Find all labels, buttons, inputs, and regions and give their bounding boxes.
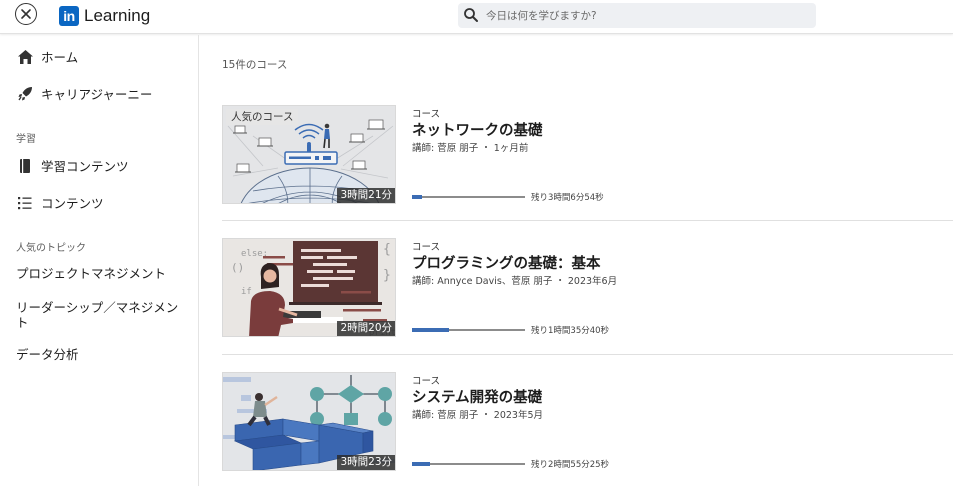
code-word-open-brace: { (383, 242, 391, 257)
time-remaining: 残り3時間6分54秒 (531, 193, 604, 203)
course-thumbnail-network[interactable]: 人気のコース 3時間21分 (222, 105, 396, 204)
topic-data-analysis[interactable]: データ分析 (16, 347, 186, 362)
duration-badge: 3時間23分 (337, 455, 395, 470)
book-icon (16, 157, 34, 175)
sidebar-item-label: キャリアジャーニー (41, 87, 153, 102)
course-meta: 講師: Annyce Davis、菅原 朋子 ・ 2023年6月 (412, 276, 618, 287)
search-icon (464, 8, 478, 22)
sidebar-item-label: 学習コンテンツ (41, 159, 129, 174)
rocket-icon (16, 85, 34, 103)
learning-section-label: 学習 (16, 134, 36, 145)
home-icon (16, 48, 34, 66)
topic-leadership-management[interactable]: リーダーシップ／マネジメント (16, 300, 186, 330)
course-title[interactable]: プログラミングの基礎：基本 (412, 252, 601, 273)
sidebar-item-learning-content[interactable]: 学習コンテンツ (16, 156, 129, 175)
course-card[interactable]: 人気のコース 3時間21分 コース ネットワークの基礎 講師: 菅原 朋子 ・ … (222, 105, 953, 205)
course-count: 15件のコース (222, 59, 288, 71)
divider (222, 220, 953, 221)
popular-badge: 人気のコース (226, 109, 299, 125)
content-type-label: コース (412, 242, 441, 253)
sidebar-item-home[interactable]: ホーム (16, 47, 78, 66)
topic-project-management[interactable]: プロジェクトマネジメント (16, 266, 186, 281)
topics-section-label: 人気のトピック (16, 243, 86, 254)
sidebar-item-career-journey[interactable]: キャリアジャーニー (16, 84, 152, 103)
top-bar: in Learning (0, 0, 953, 34)
course-thumbnail-system-development[interactable]: 3時間23分 (222, 372, 396, 471)
content-type-label: コース (412, 376, 441, 387)
code-word-else: else: (241, 249, 268, 259)
linkedin-logo[interactable]: in (59, 6, 79, 26)
content-type-label: コース (412, 109, 441, 120)
code-word-close-brace: } (383, 268, 391, 283)
course-title[interactable]: システム開発の基礎 (412, 386, 542, 407)
sidebar-item-contents[interactable]: コンテンツ (16, 193, 104, 212)
duration-badge: 2時間20分 (337, 321, 395, 336)
code-word-if: if (241, 287, 252, 297)
sidebar: ホーム キャリアジャーニー 学習 学習コンテンツ コンテンツ 人気のトピック プ… (0, 35, 199, 486)
divider (222, 354, 953, 355)
time-remaining: 残り2時間55分25秒 (531, 460, 610, 470)
duration-badge: 3時間21分 (337, 188, 395, 203)
learning-logo-text[interactable]: Learning (84, 6, 150, 26)
progress-bar (412, 328, 525, 332)
progress-fill (412, 195, 423, 199)
course-title[interactable]: ネットワークの基礎 (412, 119, 543, 140)
course-card[interactable]: else: () if { } print 2時間20分 コース プログラミング… (222, 238, 953, 338)
progress-fill (412, 462, 431, 466)
course-meta: 講師: 菅原 朋子 ・ 1ヶ月前 (412, 143, 529, 154)
close-icon (21, 9, 31, 19)
search-bar[interactable] (458, 3, 816, 28)
course-card[interactable]: 3時間23分 コース システム開発の基礎 講師: 菅原 朋子 ・ 2023年5月… (222, 372, 953, 472)
close-button[interactable] (15, 3, 37, 25)
progress-bar (412, 462, 525, 466)
progress-bar (412, 195, 525, 199)
code-word-parens: () (231, 261, 244, 274)
sidebar-item-label: ホーム (41, 50, 79, 65)
search-input[interactable] (486, 3, 806, 28)
list-icon (16, 194, 34, 212)
course-meta: 講師: 菅原 朋子 ・ 2023年5月 (412, 410, 544, 421)
course-thumbnail-programming[interactable]: else: () if { } print 2時間20分 (222, 238, 396, 337)
sidebar-item-label: コンテンツ (41, 196, 104, 211)
progress-fill (412, 328, 450, 332)
time-remaining: 残り1時間35分40秒 (531, 326, 610, 336)
